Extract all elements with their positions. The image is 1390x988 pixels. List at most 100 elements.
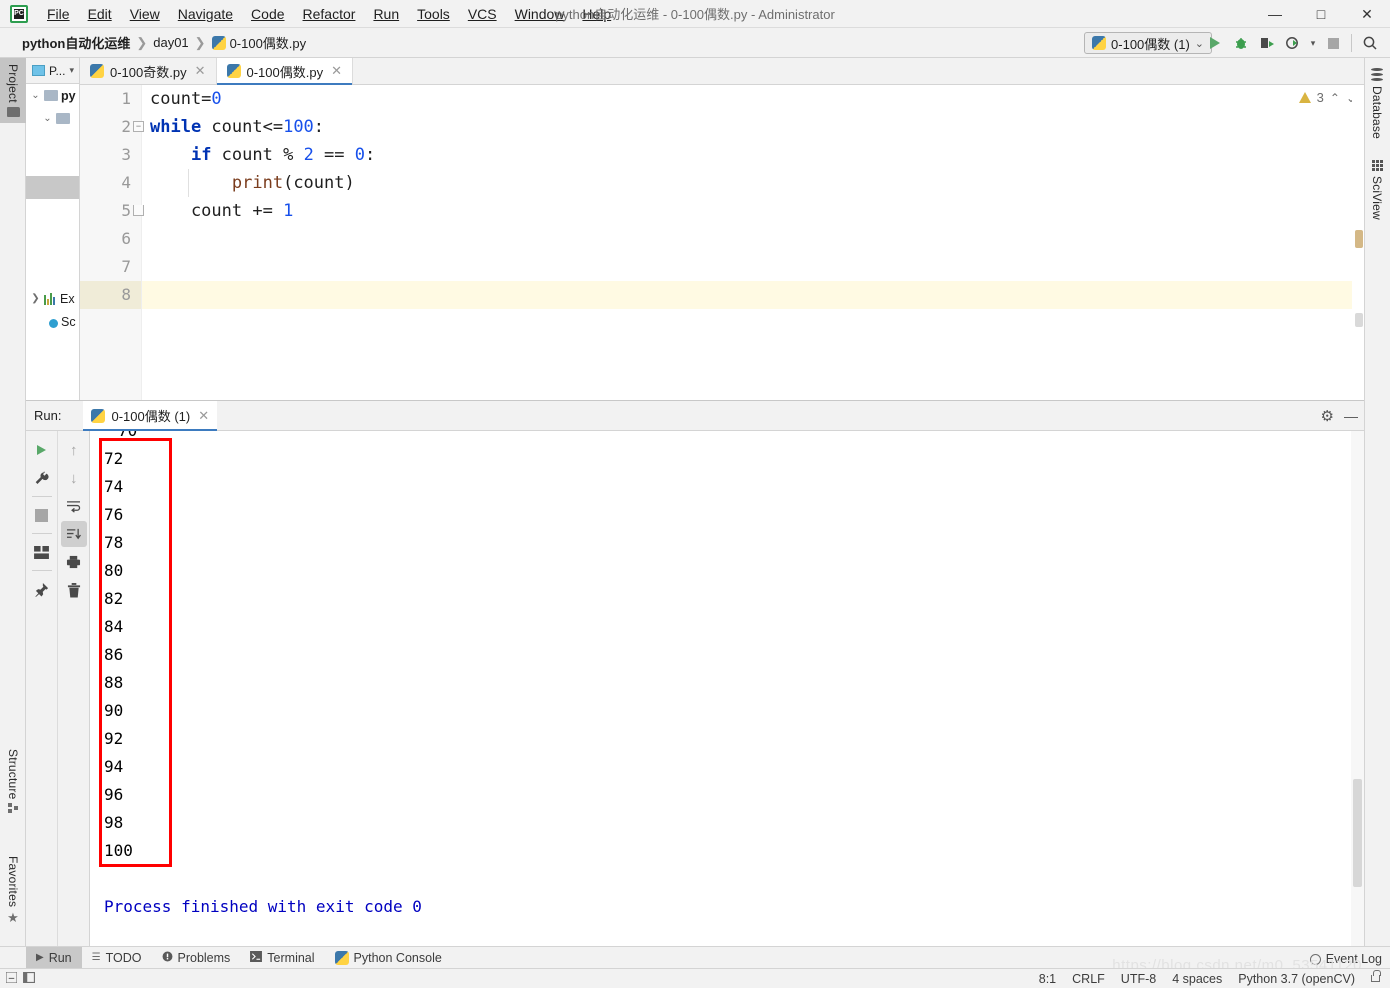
close-button[interactable]: ✕ [1344, 0, 1390, 28]
event-log-icon [1309, 953, 1321, 965]
minimize-icon[interactable]: — [1344, 408, 1358, 424]
line-number: 2 [121, 117, 131, 136]
up-arrow-icon[interactable]: ↑ [61, 437, 87, 463]
run-toolbar-left-column [26, 431, 57, 948]
sidebar-item-database[interactable]: Database [1364, 62, 1390, 145]
lock-icon[interactable] [1371, 970, 1381, 982]
console-scrollbar[interactable] [1351, 431, 1364, 948]
run-console-output[interactable]: 70 72 74 76 78 80 82 84 86 88 90 92 94 9… [90, 431, 1364, 948]
gear-icon[interactable]: ⚙ [1321, 407, 1334, 425]
search-everywhere-button[interactable] [1358, 31, 1382, 55]
menu-item-file[interactable]: File [38, 3, 79, 25]
layout-icon[interactable] [29, 539, 55, 565]
breadcrumb-project[interactable]: python自动化运维 [18, 32, 134, 53]
status-line-separator[interactable]: CRLF [1072, 972, 1105, 986]
status-encoding[interactable]: UTF-8 [1121, 972, 1156, 986]
menu-label-tools: Tools [417, 5, 450, 22]
run-session-tab[interactable]: 0-100偶数 (1) ✕ [83, 400, 218, 431]
bug-icon [1236, 38, 1246, 49]
menu-item-code[interactable]: Code [242, 3, 293, 25]
event-log-button[interactable]: Event Log [1309, 952, 1382, 966]
menu-item-edit[interactable]: Edit [79, 3, 121, 25]
maximize-button[interactable]: □ [1298, 0, 1344, 28]
stop-button[interactable] [1321, 31, 1345, 55]
list-icon: ☰ [91, 952, 101, 963]
profile-dropdown-button[interactable]: ▾ [1307, 31, 1319, 55]
console-scroll-thumb[interactable] [1353, 779, 1362, 887]
status-caret-position[interactable]: 8:1 [1039, 972, 1056, 986]
sidebar-item-sciview[interactable]: SciView [1364, 154, 1390, 226]
editor-tab-odd[interactable]: 0-100奇数.py ✕ [80, 58, 217, 84]
menu-item-view[interactable]: View [121, 3, 169, 25]
tree-node-selected[interactable] [26, 176, 79, 199]
rerun-icon[interactable] [29, 437, 55, 463]
run-toolbar: ▾ [1203, 31, 1382, 55]
console-line: 96 [104, 785, 124, 804]
print-icon[interactable] [61, 549, 87, 575]
menu-label-refactor: Refactor [302, 5, 356, 22]
console-line: 74 [104, 477, 124, 496]
status-interpreter[interactable]: Python 3.7 (openCV) [1238, 972, 1355, 986]
bottom-tab-problems[interactable]: Problems [152, 947, 241, 969]
bottom-tab-python-console[interactable]: Python Console [325, 947, 452, 969]
editor-text-area[interactable]: count=0 while count<=100: if count % 2 =… [142, 85, 1364, 400]
close-icon[interactable]: ✕ [331, 63, 342, 79]
close-icon[interactable]: ✕ [198, 408, 209, 424]
status-bar: 8:1 CRLF UTF-8 4 spaces Python 3.7 (open… [0, 968, 1390, 988]
sidebar-item-favorites[interactable]: Favorites ★ [0, 850, 26, 930]
debug-button[interactable] [1229, 31, 1253, 55]
sidebar-item-project[interactable]: Project [0, 58, 26, 123]
menu-item-help[interactable]: Help [573, 3, 620, 25]
code-line-3: if count % 2 == 0: [190, 145, 376, 165]
editor-scroll-thumb[interactable] [1355, 230, 1363, 248]
settings-wrench-icon[interactable] [29, 465, 55, 491]
soft-wrap-icon[interactable] [61, 493, 87, 519]
right-tool-strip: Database SciView [1364, 58, 1390, 948]
down-arrow-icon[interactable]: ↓ [61, 465, 87, 491]
breadcrumb-folder[interactable]: day01 [149, 34, 192, 51]
bottom-tab-terminal[interactable]: Terminal [240, 947, 324, 969]
minimize-button[interactable]: — [1252, 0, 1298, 28]
stop-icon[interactable] [29, 502, 55, 528]
code-editor[interactable]: 1 2 3 4 5 6 7 8 − count=0 while count<=1… [80, 85, 1364, 400]
inspection-widget[interactable]: 3 ⌃ ⌄ [1298, 90, 1356, 105]
editor-scrollbar[interactable] [1352, 85, 1364, 400]
menu-item-window[interactable]: Window [506, 3, 574, 25]
run-with-coverage-button[interactable] [1255, 31, 1279, 55]
toolbar-divider [31, 533, 52, 534]
chevron-up-icon[interactable]: ⌃ [1330, 91, 1340, 105]
tree-node-scratches[interactable]: Sc [26, 310, 79, 333]
bottom-tab-run[interactable]: ▶ Run [26, 946, 82, 969]
terminal-small-icon[interactable] [5, 970, 18, 986]
tree-node-project-root[interactable]: ⌄ py [26, 84, 79, 107]
clock-icon [44, 315, 58, 328]
sidebar-item-structure[interactable]: Structure [0, 743, 26, 821]
status-indent[interactable]: 4 spaces [1172, 972, 1222, 986]
profile-button[interactable] [1281, 31, 1305, 55]
menu-item-run[interactable]: Run [364, 3, 408, 25]
menu-item-refactor[interactable]: Refactor [294, 3, 365, 25]
run-configuration-selector[interactable]: 0-100偶数 (1) ⌄ [1084, 32, 1212, 54]
breadcrumb-file[interactable]: 0-100偶数.py [208, 32, 311, 53]
editor-gutter[interactable]: 1 2 3 4 5 6 7 8 − [80, 85, 144, 400]
stop-icon [1327, 37, 1339, 49]
pin-icon[interactable] [29, 576, 55, 602]
run-button[interactable] [1203, 31, 1227, 55]
tree-node-day01[interactable]: ⌄ [26, 107, 79, 130]
menu-label-vcs: VCS [467, 5, 497, 22]
scroll-to-end-icon[interactable] [60, 521, 87, 547]
menu-item-vcs[interactable]: VCS [459, 3, 506, 25]
bottom-tab-todo[interactable]: ☰ TODO [82, 947, 152, 969]
project-panel-header[interactable]: P... ▾ [26, 58, 79, 84]
hide-windows-icon[interactable] [23, 971, 35, 986]
menu-item-navigate[interactable]: Navigate [169, 3, 242, 25]
run-window-header-actions: ⚙ — [1321, 407, 1358, 425]
editor-tab-even[interactable]: 0-100偶数.py ✕ [216, 58, 353, 85]
editor-tab-label: 0-100奇数.py [110, 64, 187, 80]
tree-node-external-libraries[interactable]: ❯ Ex [26, 287, 79, 310]
close-icon[interactable]: ✕ [195, 63, 206, 79]
console-line: 88 [104, 673, 124, 692]
menu-item-tools[interactable]: Tools [408, 3, 459, 25]
trash-icon[interactable] [61, 577, 87, 603]
warning-triangle-icon [1298, 92, 1311, 103]
